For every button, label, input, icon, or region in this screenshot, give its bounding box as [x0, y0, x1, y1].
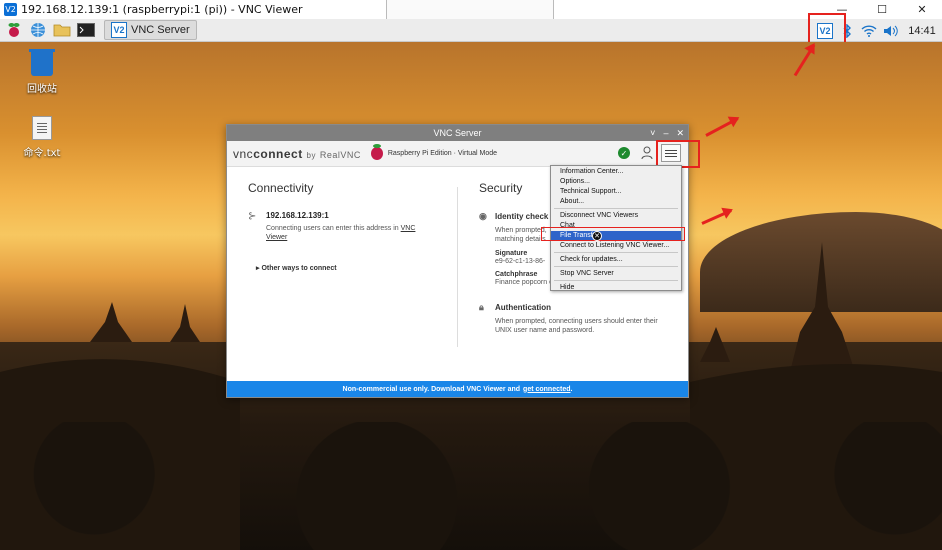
vnc-server-title: VNC Server	[433, 128, 482, 138]
user-icon[interactable]	[641, 146, 653, 160]
annotation-box-tray	[808, 13, 846, 45]
close-button[interactable]: ✕	[902, 0, 942, 19]
annotation-box-menu	[656, 140, 700, 168]
authentication-text: When prompted, connecting users should e…	[495, 318, 658, 334]
terminal-icon[interactable]	[76, 21, 96, 39]
menu-item-stop-server[interactable]: Stop VNC Server	[551, 269, 681, 279]
license-banner: Non-commercial use only. Download VNC Vi…	[227, 381, 688, 397]
vnc-server-titlebar[interactable]: VNC Server ˅ ‒ ✕	[227, 125, 688, 141]
taskbar: V2 VNC Server V2 14:41	[0, 19, 942, 42]
desktop-icon-label: 回收站	[27, 84, 57, 95]
edition-label: Raspberry Pi Edition · Virtual Mode	[387, 150, 498, 157]
raspberry-pi-icon	[370, 144, 383, 160]
menu-item-information-center[interactable]: Information Center...	[551, 167, 681, 177]
desktop-icon-text-file[interactable]: 命令.txt	[12, 114, 72, 159]
file-manager-icon[interactable]	[52, 21, 72, 39]
vnc-server-header: vncconnect by RealVNC Raspberry Pi Editi…	[227, 141, 688, 167]
taskbar-task-label: VNC Server	[131, 24, 190, 36]
mouse-cursor-icon: ✕	[592, 231, 602, 241]
raspberry-menu-icon[interactable]	[4, 21, 24, 39]
desktop-icon-trash[interactable]: 回收站	[12, 49, 72, 95]
license-text: Non-commercial use only. Download VNC Vi…	[342, 385, 521, 393]
check-status-icon[interactable]: ✓	[618, 147, 630, 159]
menu-separator	[554, 208, 678, 209]
text-file-icon	[29, 114, 55, 142]
realvnc-logo: vncconnect by RealVNC	[233, 146, 361, 161]
menu-item-technical-support[interactable]: Technical Support...	[551, 187, 681, 197]
menu-item-about[interactable]: About...	[551, 197, 681, 207]
menu-item-hide[interactable]: Hide	[551, 283, 681, 293]
volume-icon[interactable]	[880, 21, 902, 41]
menu-separator	[554, 252, 678, 253]
minimize-icon[interactable]: ‒	[663, 128, 668, 138]
menu-separator	[554, 280, 678, 281]
authentication-title: Authentication	[495, 303, 551, 312]
menu-separator	[554, 266, 678, 267]
get-connected-link[interactable]: get connected	[523, 386, 570, 393]
menu-item-check-updates[interactable]: Check for updates...	[551, 255, 681, 265]
address-description: Connecting users can enter this address …	[266, 225, 399, 232]
desktop-icon-label: 命令.txt	[23, 148, 61, 159]
browser-globe-icon[interactable]	[28, 21, 48, 39]
trash-icon	[29, 49, 55, 78]
connectivity-heading: Connectivity	[248, 181, 314, 195]
panel-divider	[457, 187, 458, 347]
chevron-down-icon[interactable]: ˅	[650, 128, 655, 138]
lock-icon: 🔒︎	[479, 302, 484, 312]
viewer-titlebar: V2 192.168.12.139:1 (raspberrypi:1 (pi))…	[0, 0, 942, 22]
menu-item-disconnect-viewers[interactable]: Disconnect VNC Viewers	[551, 211, 681, 221]
menu-item-options[interactable]: Options...	[551, 177, 681, 187]
connectivity-panel: Connectivity ⊱ 192.168.12.139:1 Connecti…	[248, 181, 448, 272]
eye-icon: ◉	[479, 211, 487, 221]
vnc-viewer-icon: V2	[4, 3, 17, 16]
server-address[interactable]: 192.168.12.139:1	[266, 211, 436, 220]
taskbar-vnc-server[interactable]: V2 VNC Server	[104, 20, 197, 40]
maximize-button[interactable]: ☐	[862, 0, 902, 19]
background-trees	[0, 422, 942, 550]
menu-item-connect-listening-viewer[interactable]: Connect to Listening VNC Viewer...	[551, 241, 681, 251]
close-icon[interactable]: ✕	[676, 128, 684, 139]
vnc-icon: V2	[111, 22, 127, 38]
annotation-box-file-transfer	[541, 227, 685, 241]
wifi-icon[interactable]	[858, 21, 880, 41]
identity-check-title: Identity check	[495, 212, 549, 221]
share-icon: ⊱	[248, 211, 257, 222]
other-ways-expander[interactable]: ▸ Other ways to connect	[256, 264, 448, 272]
clock[interactable]: 14:41	[902, 25, 942, 37]
viewer-title: 192.168.12.139:1 (raspberrypi:1 (pi)) - …	[21, 3, 303, 16]
